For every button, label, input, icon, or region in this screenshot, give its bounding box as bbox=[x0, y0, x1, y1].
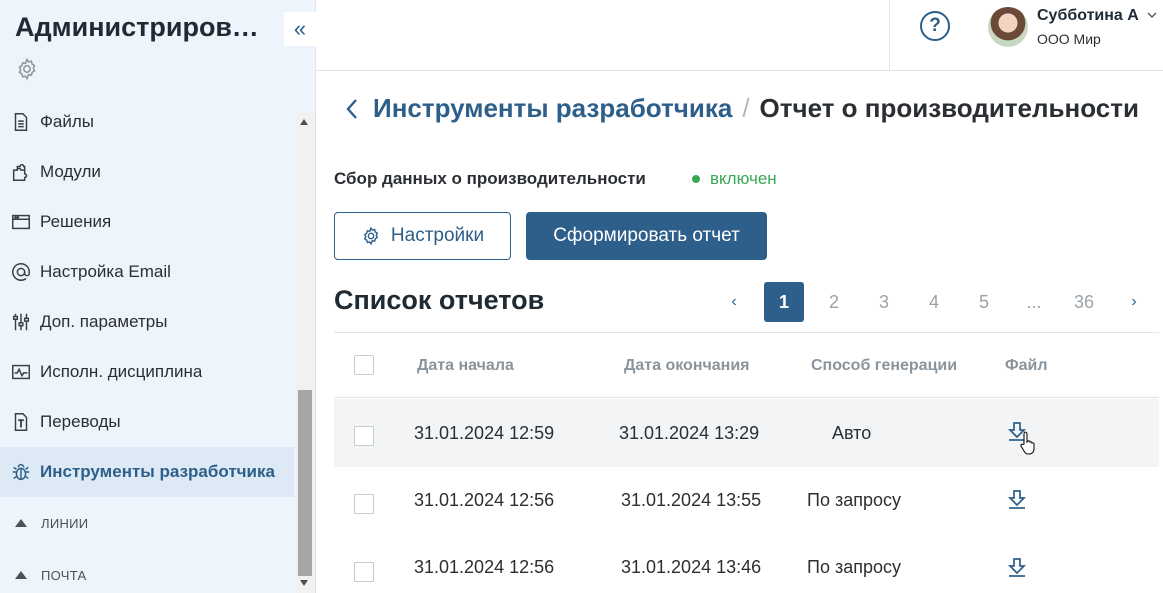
hand-cursor-icon bbox=[1020, 431, 1035, 455]
status-text: включен bbox=[710, 169, 777, 188]
chevron-down-icon[interactable] bbox=[1146, 9, 1158, 21]
settings-button[interactable]: Настройки bbox=[334, 212, 511, 260]
sidebar-item-label: Решения bbox=[40, 212, 112, 231]
gear-icon bbox=[363, 226, 379, 246]
collapse-sidebar-button[interactable]: « bbox=[284, 12, 316, 46]
row-checkbox[interactable] bbox=[354, 562, 374, 582]
triangle-up-icon bbox=[15, 519, 27, 527]
column-header-end[interactable]: Дата окончания bbox=[624, 357, 750, 375]
text-icon bbox=[14, 413, 28, 431]
row-checkbox[interactable] bbox=[354, 494, 374, 514]
scroll-up-arrow-icon[interactable] bbox=[300, 119, 308, 125]
cell-method: Авто bbox=[832, 423, 872, 443]
cell-start: 31.01.2024 12:56 bbox=[414, 557, 555, 577]
sidebar-item-modules[interactable]: Модули bbox=[0, 147, 294, 197]
window-icon bbox=[12, 214, 30, 230]
question-icon: ? bbox=[929, 15, 941, 36]
table-row[interactable]: 31.01.2024 12:56 31.01.2024 13:55 По зап… bbox=[334, 467, 1159, 535]
pagination: ‹ 1 2 3 4 5 ... 36 › bbox=[714, 282, 1163, 322]
page-button-2[interactable]: 2 bbox=[814, 282, 854, 322]
status-dot bbox=[692, 175, 700, 183]
user-name[interactable]: Субботина А bbox=[1037, 7, 1139, 25]
select-all-checkbox[interactable] bbox=[354, 355, 374, 375]
chevron-left-icon[interactable] bbox=[343, 96, 361, 122]
page-button-1[interactable]: 1 bbox=[764, 282, 804, 322]
column-header-start[interactable]: Дата начала bbox=[417, 357, 514, 375]
download-icon[interactable] bbox=[1006, 556, 1028, 578]
at-icon bbox=[12, 263, 30, 281]
sidebar-section-mail[interactable]: ПОЧТА bbox=[0, 549, 294, 593]
sidebar-item-label: Настройка Email bbox=[40, 262, 171, 281]
page-ellipsis: ... bbox=[1026, 291, 1042, 312]
divider bbox=[889, 0, 890, 71]
page-button-4[interactable]: 4 bbox=[914, 282, 954, 322]
sidebar: Администрирование « Файлы Модули Решения… bbox=[0, 0, 316, 593]
sidebar-item-extra-params[interactable]: Доп. параметры bbox=[0, 297, 294, 347]
cell-method: По запросу bbox=[807, 557, 901, 577]
sidebar-section-label: ЛИНИИ bbox=[41, 515, 89, 531]
sidebar-title: Администрирование bbox=[15, 12, 270, 42]
sidebar-section-lines[interactable]: ЛИНИИ bbox=[0, 497, 294, 549]
triangle-up-icon bbox=[15, 571, 27, 579]
sidebar-item-solutions[interactable]: Решения bbox=[0, 197, 294, 247]
gear-icon[interactable] bbox=[15, 57, 39, 81]
sidebar-item-label: Доп. параметры bbox=[40, 312, 168, 331]
generate-report-button[interactable]: Сформировать отчет bbox=[526, 212, 767, 260]
top-bar: ? Субботина А ООО Мир bbox=[316, 0, 1163, 71]
page-button-3[interactable]: 3 bbox=[864, 282, 904, 322]
settings-button-label: Настройки bbox=[390, 225, 485, 246]
sidebar-item-label: Переводы bbox=[40, 412, 121, 431]
status-badge: включен bbox=[692, 169, 777, 189]
sidebar-item-translations[interactable]: Переводы bbox=[0, 397, 294, 447]
sidebar-section-label: ПОЧТА bbox=[41, 567, 87, 583]
sidebar-menu: Файлы Модули Решения Настройка Email Доп… bbox=[0, 97, 294, 593]
table-row[interactable]: 31.01.2024 12:56 31.01.2024 13:46 По зап… bbox=[334, 535, 1159, 593]
cell-end: 31.01.2024 13:55 bbox=[621, 490, 762, 510]
sidebar-item-label: Файлы bbox=[40, 112, 95, 131]
user-org: ООО Мир bbox=[1037, 31, 1101, 47]
breadcrumb-parent-link[interactable]: Инструменты разработчика bbox=[373, 93, 732, 124]
breadcrumb-separator: / bbox=[742, 93, 750, 123]
row-checkbox[interactable] bbox=[354, 426, 374, 446]
sidebar-item-discipline[interactable]: Исполн. дисциплина bbox=[0, 347, 294, 397]
table-header: Дата начала Дата окончания Способ генера… bbox=[334, 333, 1159, 398]
sidebar-item-email[interactable]: Настройка Email bbox=[0, 247, 294, 297]
puzzle-icon bbox=[12, 163, 28, 181]
cell-end: 31.01.2024 13:46 bbox=[621, 557, 762, 577]
cell-start: 31.01.2024 12:59 bbox=[414, 423, 555, 443]
breadcrumb: Инструменты разработчика / Отчет о произ… bbox=[343, 93, 1139, 124]
sidebar-item-dev-tools[interactable]: Инструменты разработчика bbox=[0, 447, 294, 497]
help-button[interactable]: ? bbox=[920, 11, 950, 41]
bug-icon bbox=[12, 464, 30, 481]
cell-method: По запросу bbox=[807, 490, 901, 510]
download-icon[interactable] bbox=[1006, 488, 1028, 510]
page-button-5[interactable]: 5 bbox=[964, 282, 1004, 322]
cell-end: 31.01.2024 13:29 bbox=[619, 423, 760, 443]
avatar[interactable] bbox=[988, 7, 1028, 47]
prev-page-button[interactable]: ‹ bbox=[714, 282, 754, 322]
sidebar-item-label: Модули bbox=[40, 162, 101, 181]
pulse-icon bbox=[12, 364, 30, 380]
cell-start: 31.01.2024 12:56 bbox=[414, 490, 555, 510]
scrollbar-thumb[interactable] bbox=[298, 390, 312, 576]
double-chevron-left-icon: « bbox=[293, 16, 307, 41]
sidebar-item-label: Инструменты разработчика bbox=[40, 462, 275, 481]
page-title: Отчет о производительности bbox=[759, 93, 1139, 123]
sidebar-item-files[interactable]: Файлы bbox=[0, 97, 294, 147]
collection-label: Сбор данных о производительности bbox=[334, 169, 646, 188]
scroll-down-arrow-icon[interactable] bbox=[300, 580, 308, 586]
sliders-icon bbox=[12, 313, 30, 331]
next-page-button[interactable]: › bbox=[1114, 282, 1154, 322]
sidebar-item-label: Исполн. дисциплина bbox=[40, 362, 203, 381]
file-icon bbox=[14, 113, 28, 131]
column-header-file: Файл bbox=[1005, 357, 1048, 374]
reports-list-title: Список отчетов bbox=[334, 285, 545, 315]
page-button-36[interactable]: 36 bbox=[1064, 282, 1104, 322]
column-header-method[interactable]: Способ генерации bbox=[811, 357, 957, 375]
